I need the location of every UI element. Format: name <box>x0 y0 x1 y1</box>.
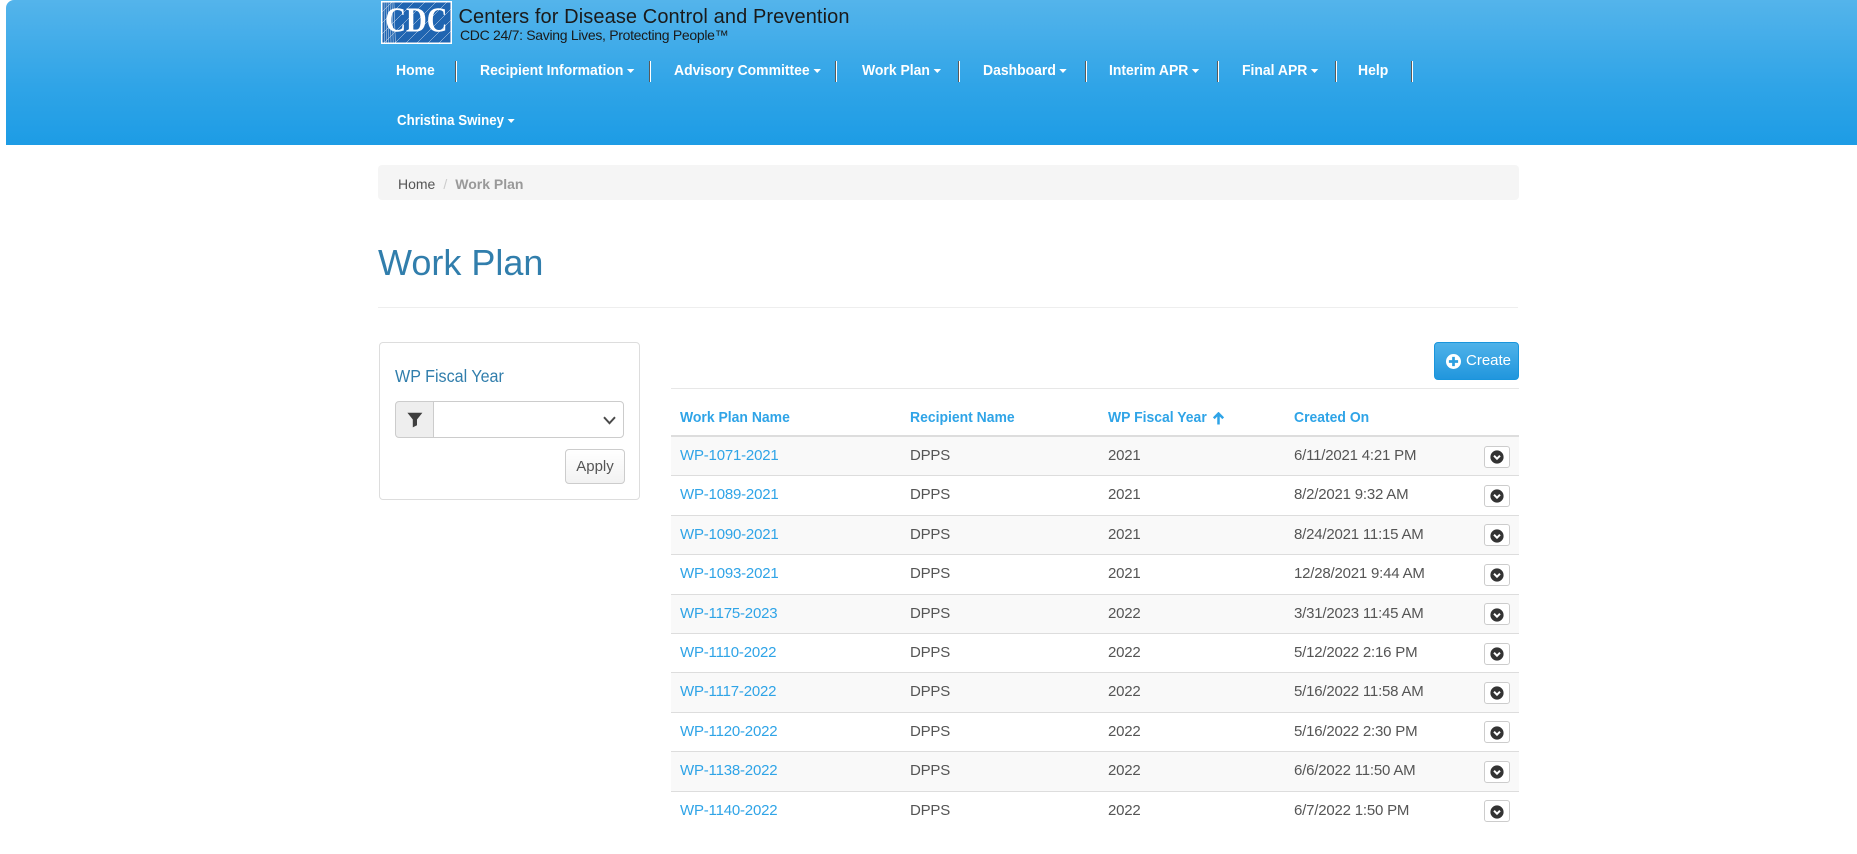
svg-text:CDC: CDC <box>385 1 447 40</box>
